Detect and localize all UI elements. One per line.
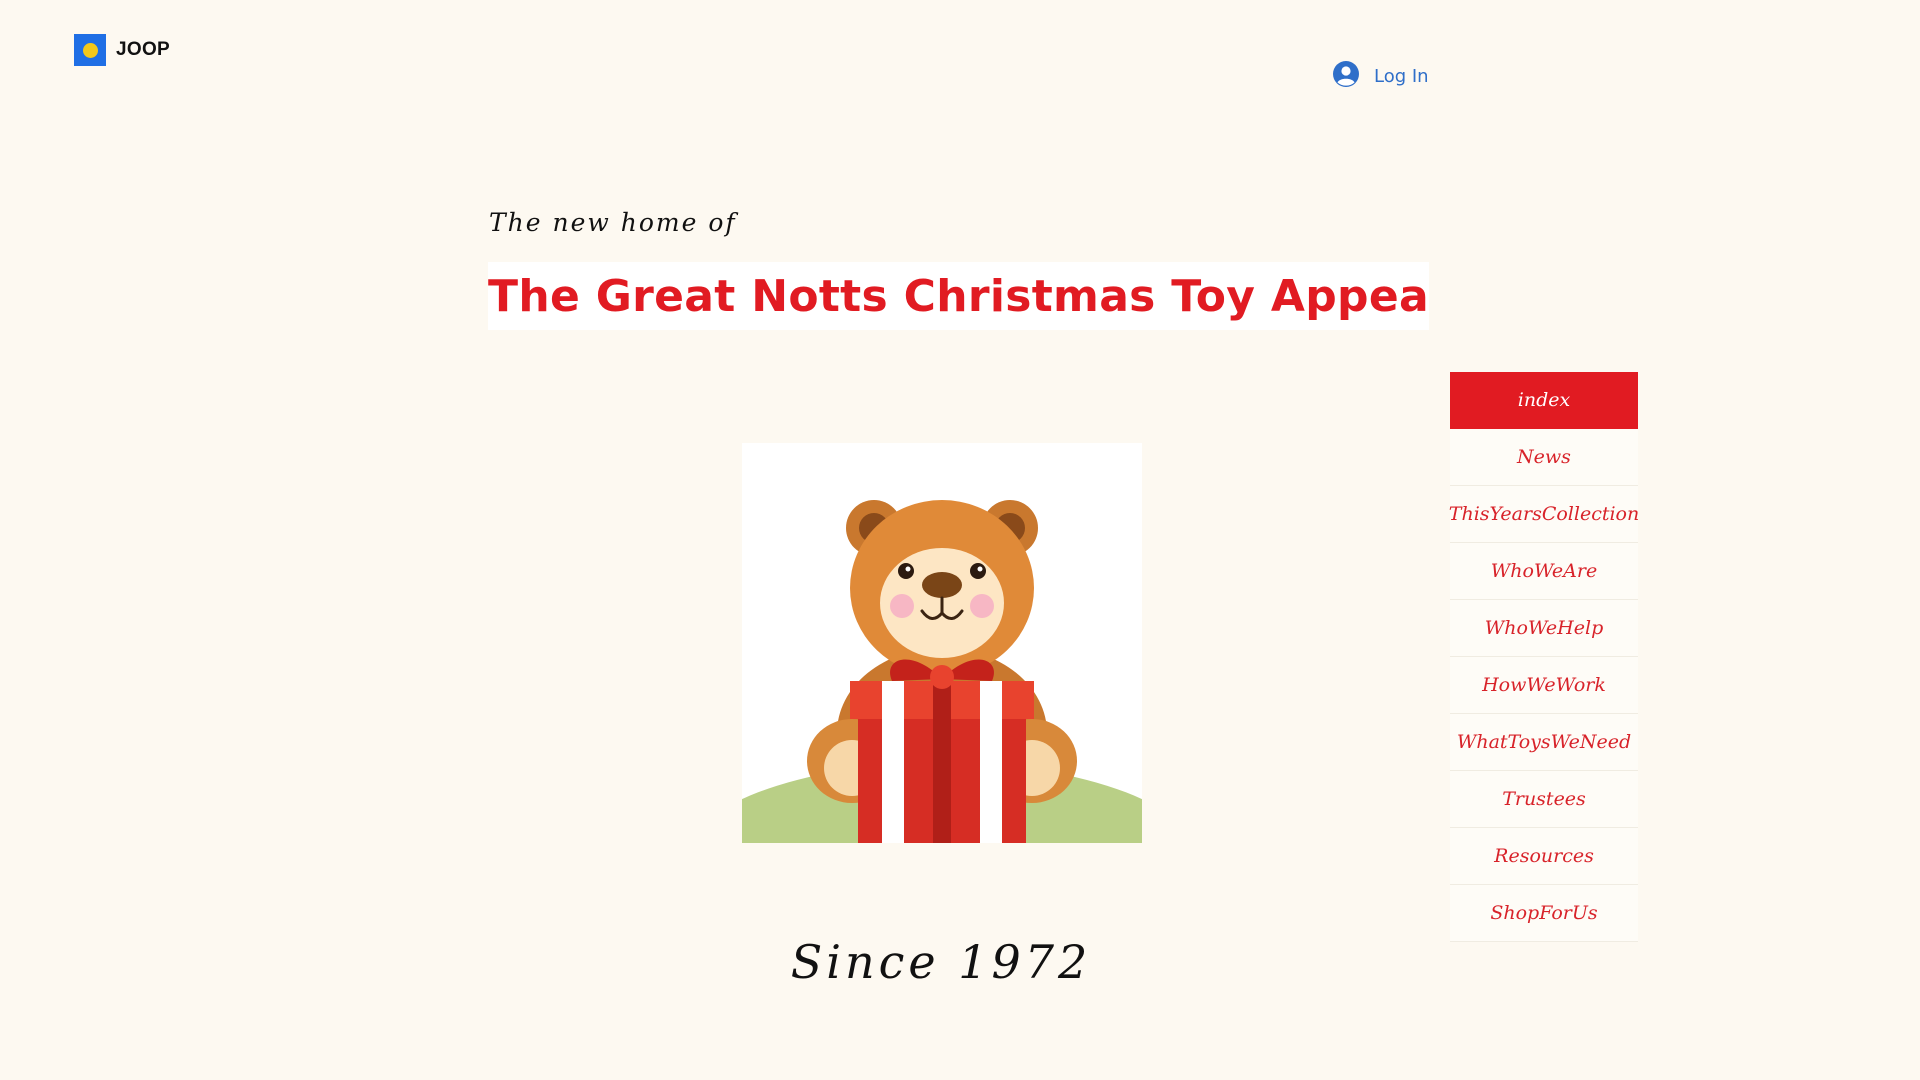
- nav-item-news[interactable]: News: [1450, 429, 1638, 486]
- teddy-bear-with-gift-icon: [742, 443, 1142, 843]
- nav-item-label: WhoWeHelp: [1484, 617, 1604, 639]
- site-logo[interactable]: JOOP: [74, 34, 170, 66]
- nav-item-label: index: [1517, 389, 1571, 411]
- page-title: The Great Notts Christmas Toy Appeal: [488, 270, 1429, 322]
- login-button[interactable]: Log In: [1332, 60, 1429, 93]
- tagline: The new home of: [489, 208, 737, 237]
- nav-item-label: HowWeWork: [1482, 674, 1606, 696]
- page: JOOP Log In The new home of The Great No…: [0, 0, 1920, 1080]
- main-nav: index News ThisYearsCollection WhoWeAre …: [1448, 372, 1640, 942]
- nav-item-resources[interactable]: Resources: [1450, 828, 1638, 885]
- nav-item-label: News: [1517, 446, 1571, 468]
- nav-item-label: WhatToysWeNeed: [1456, 731, 1632, 753]
- since-year: Since 1972: [790, 935, 1092, 989]
- logo-text: JOOP: [116, 39, 170, 60]
- nav-item-shop-for-us[interactable]: ShopForUs: [1450, 885, 1638, 942]
- title-banner: The Great Notts Christmas Toy Appeal: [488, 262, 1429, 330]
- nav-item-what-toys-we-need[interactable]: WhatToysWeNeed: [1450, 714, 1638, 771]
- nav-item-label: ThisYearsCollection: [1448, 503, 1640, 525]
- nav-item-who-we-are[interactable]: WhoWeAre: [1450, 543, 1638, 600]
- nav-item-who-we-help[interactable]: WhoWeHelp: [1450, 600, 1638, 657]
- nav-item-this-years-collection[interactable]: ThisYearsCollection: [1448, 486, 1640, 543]
- nav-item-label: Trustees: [1502, 788, 1586, 810]
- login-label: Log In: [1374, 66, 1429, 87]
- logo-dot: [82, 42, 98, 58]
- nav-item-label: WhoWeAre: [1490, 560, 1598, 582]
- nav-item-label: Resources: [1494, 845, 1594, 867]
- nav-item-how-we-work[interactable]: HowWeWork: [1450, 657, 1638, 714]
- nav-item-index[interactable]: index: [1450, 372, 1638, 429]
- user-avatar-icon: [1332, 60, 1360, 93]
- nav-item-label: ShopForUs: [1490, 902, 1598, 924]
- logo-mark-icon: [74, 34, 106, 66]
- nav-item-trustees[interactable]: Trustees: [1450, 771, 1638, 828]
